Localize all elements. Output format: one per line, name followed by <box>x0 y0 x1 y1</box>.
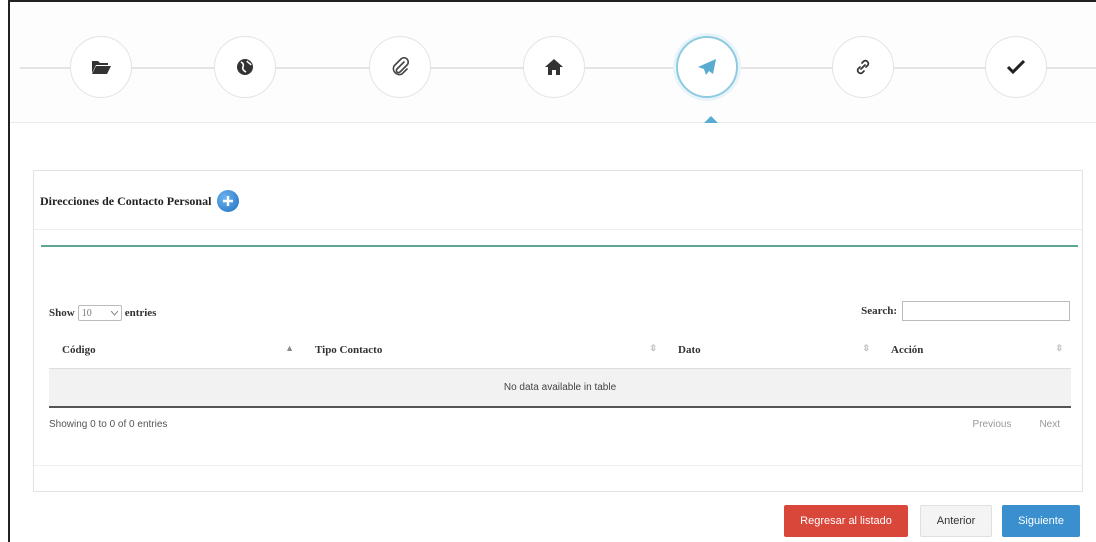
paperclip-icon <box>392 57 409 76</box>
table-info: Showing 0 to 0 of 0 entries <box>49 419 168 430</box>
add-contact-button[interactable] <box>217 190 240 212</box>
step-link[interactable] <box>832 36 894 98</box>
pagination: Previous Next <box>973 419 1060 430</box>
next-button[interactable]: Siguiente <box>1002 505 1080 537</box>
table-header-row: Código ▲ Tipo Contacto ⇳ Dato ⇳ Acción ⇳ <box>49 331 1071 369</box>
search-control: Search: <box>861 301 1070 321</box>
search-label: Search: <box>861 305 897 317</box>
globe-icon <box>237 59 253 75</box>
step-attachment[interactable] <box>369 36 431 98</box>
folder-open-icon <box>92 61 111 74</box>
home-icon <box>545 59 563 75</box>
chevron-down-icon <box>110 310 118 316</box>
active-step-caret <box>704 116 718 123</box>
back-to-list-button[interactable]: Regresar al listado <box>784 505 908 537</box>
search-input[interactable] <box>902 301 1070 321</box>
sort-icon: ⇳ <box>649 343 657 353</box>
panel-title: Direcciones de Contacto Personal <box>40 193 212 208</box>
step-globe[interactable] <box>214 36 276 98</box>
step-home[interactable] <box>523 36 585 98</box>
wizard-steps <box>10 2 1096 123</box>
column-header-codigo[interactable]: Código ▲ <box>49 331 302 369</box>
sort-icon: ⇳ <box>1055 343 1063 353</box>
entries-length-control: Show 10 entries <box>49 305 156 321</box>
sort-asc-icon: ▲ <box>285 343 294 353</box>
previous-button[interactable]: Anterior <box>920 505 992 537</box>
entries-length-select[interactable]: 10 <box>77 305 122 321</box>
column-header-dato[interactable]: Dato ⇳ <box>665 331 878 369</box>
contact-addresses-panel: Direcciones de Contacto Personal Show 10… <box>33 170 1083 492</box>
contacts-table: Código ▲ Tipo Contacto ⇳ Dato ⇳ Acción ⇳ No … <box>49 331 1071 408</box>
step-send[interactable] <box>676 36 738 98</box>
check-icon <box>1007 60 1025 74</box>
entries-length-value: 10 <box>81 307 92 319</box>
send-icon <box>698 59 716 75</box>
column-header-tipo-contacto[interactable]: Tipo Contacto ⇳ <box>302 331 665 369</box>
next-page-button[interactable]: Next <box>1039 419 1060 430</box>
column-header-accion[interactable]: Acción ⇳ <box>878 331 1071 369</box>
entries-label: entries <box>124 307 157 319</box>
empty-table-message: No data available in table <box>49 368 1071 408</box>
sort-icon: ⇳ <box>862 343 870 353</box>
plus-circle-icon <box>223 196 234 206</box>
panel-footer-divider <box>34 465 1082 466</box>
previous-page-button[interactable]: Previous <box>973 419 1012 430</box>
link-icon <box>856 59 870 75</box>
show-label: Show <box>49 307 75 319</box>
table-row: No data available in table <box>49 368 1071 408</box>
step-confirm[interactable] <box>985 36 1047 98</box>
step-folder[interactable] <box>70 36 132 98</box>
panel-heading: Direcciones de Contacto Personal <box>40 185 240 217</box>
accent-divider <box>41 245 1078 247</box>
panel-divider <box>34 229 1082 230</box>
